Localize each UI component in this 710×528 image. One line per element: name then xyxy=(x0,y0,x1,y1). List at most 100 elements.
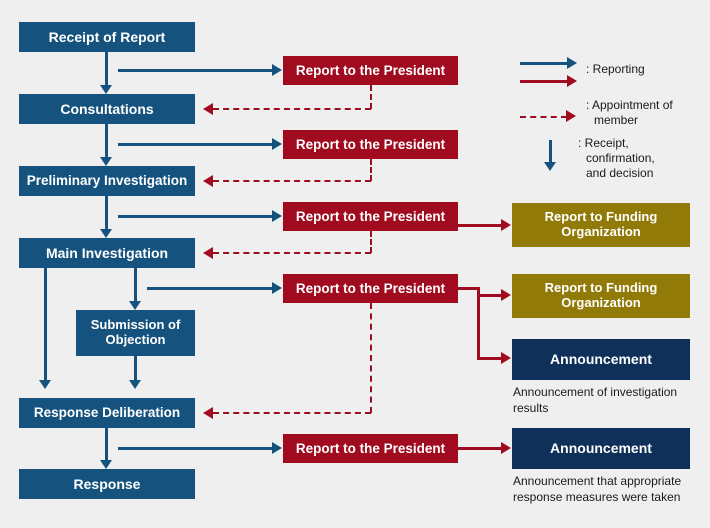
output-line-funding-2 xyxy=(477,294,502,297)
report-box-label: Report to the President xyxy=(295,440,446,456)
legend-arrow-receipt xyxy=(544,162,556,171)
process-box-label-line1: Submission of xyxy=(90,317,181,333)
legend-arrow-reporting-blue xyxy=(567,57,577,69)
output-line-funding-1 xyxy=(458,224,502,227)
appointment-line-1 xyxy=(213,108,371,110)
output-line-report4-riser xyxy=(477,287,480,360)
process-box-receipt[interactable]: Receipt of Report xyxy=(19,22,195,52)
process-box-label: Preliminary Investigation xyxy=(26,173,188,189)
flow-line-main-objection xyxy=(134,268,137,301)
output-arrow-announcement-2 xyxy=(501,442,511,454)
output-box-label-line1: Report to Funding xyxy=(544,209,658,225)
process-box-label: Receipt of Report xyxy=(48,28,166,45)
report-box-5[interactable]: Report to the President xyxy=(283,434,458,463)
appointment-riser-2 xyxy=(370,159,372,181)
caption-announcement-results: Announcement of investigation results xyxy=(513,385,708,416)
caption-announcement-measures: Announcement that appropriate response m… xyxy=(513,474,710,505)
output-arrow-funding-2 xyxy=(501,289,511,301)
flow-line-receipt-consultations xyxy=(105,52,108,85)
output-arrow-funding-1 xyxy=(501,219,511,231)
output-line-announcement-2 xyxy=(458,447,502,450)
appointment-riser-4 xyxy=(370,303,372,413)
reporting-arrow-1 xyxy=(272,64,282,76)
legend-label-reporting: : Reporting xyxy=(586,62,645,77)
appointment-arrow-1 xyxy=(203,103,213,115)
reporting-arrow-4 xyxy=(272,282,282,294)
legend-label-appointment-line1: : Appointment of xyxy=(586,98,673,112)
legend-label-receipt-line1: : Receipt, xyxy=(578,136,629,150)
reporting-arrow-2 xyxy=(272,138,282,150)
process-box-label: Main Investigation xyxy=(45,244,169,261)
legend-sample-reporting-red xyxy=(520,80,568,83)
process-box-response-deliberation[interactable]: Response Deliberation xyxy=(19,398,195,428)
legend-arrow-reporting-red xyxy=(567,75,577,87)
appointment-line-4 xyxy=(213,412,371,414)
report-box-3[interactable]: Report to the President xyxy=(283,202,458,231)
process-box-label: Consultations xyxy=(60,100,154,117)
output-box-funding-organization-1[interactable]: Report to Funding Organization xyxy=(512,203,690,247)
process-box-label: Response xyxy=(73,475,141,492)
flow-arrow-main-deliberation-bypass xyxy=(39,380,51,389)
process-box-response[interactable]: Response xyxy=(19,469,195,499)
report-box-label: Report to the President xyxy=(295,208,446,224)
flow-line-deliberation-response xyxy=(105,428,108,460)
flow-line-main-deliberation-bypass xyxy=(44,268,47,380)
flowchart-diagram: Receipt of Report Consultations Prelimin… xyxy=(0,0,710,528)
appointment-riser-1 xyxy=(370,85,372,109)
process-box-label-line2: Objection xyxy=(105,332,166,347)
caption-line1: Announcement that appropriate xyxy=(513,474,682,488)
appointment-arrow-3 xyxy=(203,247,213,259)
output-box-announcement-1[interactable]: Announcement xyxy=(512,339,690,380)
flow-line-preliminary-main xyxy=(105,196,108,229)
flow-arrow-deliberation-response xyxy=(100,460,112,469)
appointment-arrow-4 xyxy=(203,407,213,419)
flow-arrow-preliminary-main xyxy=(100,229,112,238)
report-box-1[interactable]: Report to the President xyxy=(283,56,458,85)
output-box-label-line2: Organization xyxy=(561,295,641,310)
legend-label-receipt-line3: and decision xyxy=(586,166,654,180)
flow-line-objection-deliberation xyxy=(134,356,137,380)
caption-line1: Announcement of investigation xyxy=(513,385,678,399)
legend-label-receipt-line2: confirmation, xyxy=(586,151,655,165)
legend-label-appointment: : Appointment of member xyxy=(586,98,673,128)
reporting-arrow-5 xyxy=(272,442,282,454)
legend-label-appointment-line2: member xyxy=(594,113,639,127)
reporting-arrow-3 xyxy=(272,210,282,222)
output-box-label: Announcement xyxy=(550,351,652,368)
output-box-label: Announcement xyxy=(550,440,652,457)
appointment-line-3 xyxy=(213,252,371,254)
process-box-consultations[interactable]: Consultations xyxy=(19,94,195,124)
report-box-4[interactable]: Report to the President xyxy=(283,274,458,303)
output-arrow-announcement-1 xyxy=(501,352,511,364)
legend-label-receipt: : Receipt, confirmation, and decision xyxy=(578,136,655,181)
flow-arrow-main-objection xyxy=(129,301,141,310)
process-box-label: Response Deliberation xyxy=(33,405,181,421)
reporting-line-3 xyxy=(118,215,273,218)
appointment-line-2 xyxy=(213,180,371,182)
legend-sample-appointment xyxy=(520,116,567,118)
report-box-2[interactable]: Report to the President xyxy=(283,130,458,159)
appointment-riser-3 xyxy=(370,231,372,253)
reporting-line-1 xyxy=(118,69,273,72)
output-box-label-line1: Report to Funding xyxy=(544,280,658,296)
report-box-label: Report to the President xyxy=(295,280,446,296)
reporting-line-2 xyxy=(118,143,273,146)
output-box-label-line2: Organization xyxy=(561,224,641,239)
legend-arrow-appointment xyxy=(566,110,576,122)
flow-arrow-receipt-consultations xyxy=(100,85,112,94)
process-box-preliminary-investigation[interactable]: Preliminary Investigation xyxy=(19,166,195,196)
reporting-line-4 xyxy=(147,287,273,290)
process-box-main-investigation[interactable]: Main Investigation xyxy=(19,238,195,268)
flow-arrow-objection-deliberation xyxy=(129,380,141,389)
output-line-announcement-1 xyxy=(477,357,502,360)
flow-line-consultations-preliminary xyxy=(105,124,108,157)
process-box-submission-of-objection[interactable]: Submission of Objection xyxy=(76,310,195,356)
caption-line2: results xyxy=(513,400,549,415)
output-box-funding-organization-2[interactable]: Report to Funding Organization xyxy=(512,274,690,318)
legend-sample-receipt xyxy=(549,140,552,162)
report-box-label: Report to the President xyxy=(295,62,446,78)
appointment-arrow-2 xyxy=(203,175,213,187)
legend-label-reporting-line1: : Reporting xyxy=(586,62,645,76)
report-box-label: Report to the President xyxy=(295,136,446,152)
output-box-announcement-2[interactable]: Announcement xyxy=(512,428,690,469)
